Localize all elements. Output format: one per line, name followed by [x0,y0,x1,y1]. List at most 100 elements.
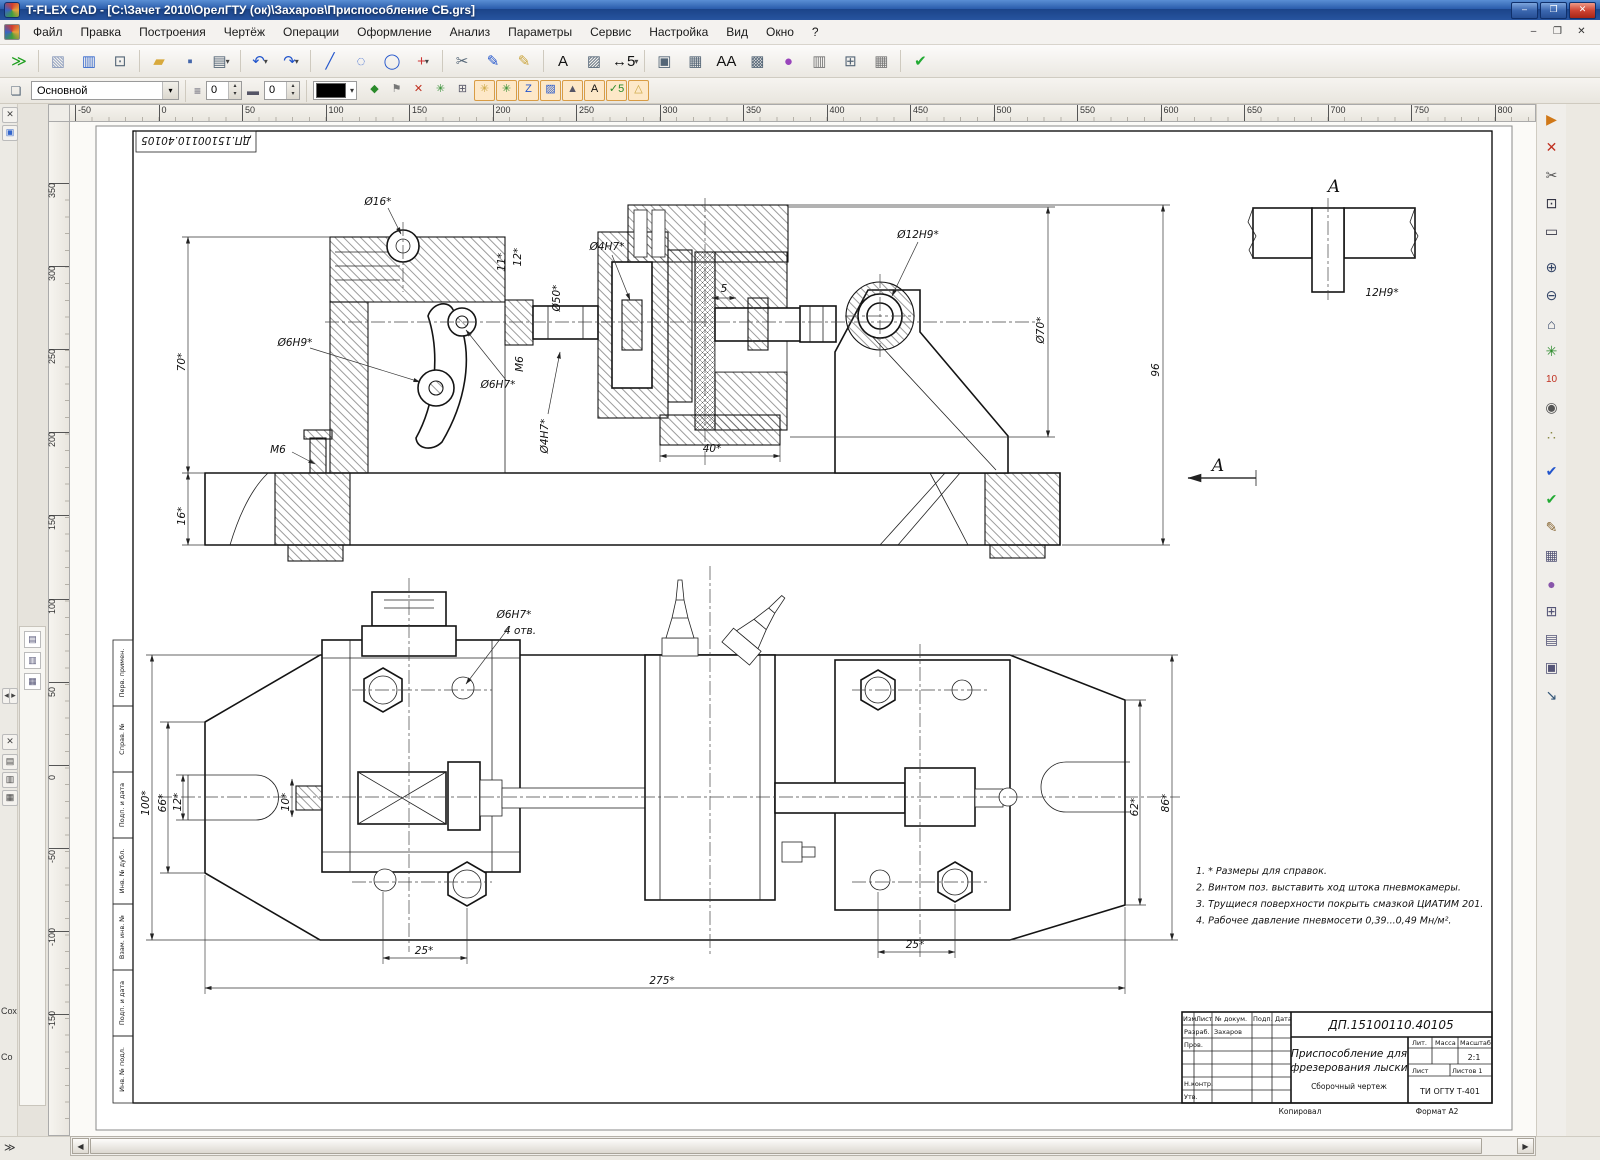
points-icon[interactable]: ∴ [1538,422,1566,449]
zoom-out-icon[interactable]: ⊖ [1538,282,1566,309]
zoom-all-icon[interactable]: ⌂ [1538,310,1566,337]
text-visibility-toggle[interactable]: A [584,80,606,101]
drawing-canvas[interactable]: ДП.15100110.40105 Изм. Лист № докум. Под… [70,122,1536,1136]
undo-button[interactable]: ↶ ▾ [245,47,275,75]
width-spinner[interactable]: 0 ▴ ▾ [264,81,301,100]
close-button[interactable]: ✕ [1569,1,1596,19]
pencil-icon[interactable]: ✎ [1538,514,1566,541]
panel-close-button[interactable]: ✕ [2,107,18,123]
scroll-right-arrow[interactable]: ▶ [1517,1138,1534,1154]
hatch-tool-button[interactable]: ▨ [579,47,609,75]
child-close-button[interactable]: ✕ [1571,24,1592,41]
menu-item-2[interactable]: Построения [130,21,215,43]
style-combo[interactable]: Основной ▾ [31,81,179,100]
intersection-snap-toggle[interactable]: ✳ [496,80,518,101]
camera-icon[interactable]: ▣ [1538,654,1566,681]
cut-icon[interactable]: ✂ [1538,162,1566,189]
viewport-button[interactable]: ⊡ [105,47,135,75]
select-tool-icon[interactable]: ▶ [1538,106,1566,133]
line-tool-button[interactable]: ╱ [315,47,345,75]
dropdown-arrow-icon[interactable]: ▾ [264,57,268,66]
menu-item-3[interactable]: Чертёж [215,21,274,43]
dimension-check-toggle[interactable]: ✓5 [606,80,628,101]
dropdown-arrow-icon[interactable]: ▾ [425,57,429,66]
flag-toggle[interactable]: ⚑ [386,80,407,101]
erase-icon[interactable]: ✕ [1538,134,1566,161]
calculator-button[interactable]: ⊞ [835,47,865,75]
collapsed-palette[interactable]: ▤ ▥ ▦ [19,626,46,1106]
horizontal-ruler[interactable]: -50 0 50 100 150 200 250 300 350 400 450 500 550 600 6… [70,104,1536,122]
sketch-tool-button[interactable]: ✎ [509,47,539,75]
cube-3d-icon[interactable]: ▦ [1538,542,1566,569]
scrollbar-thumb[interactable] [90,1138,1482,1154]
trim-tool-button[interactable]: ✂ [447,47,477,75]
panel-doc-icon[interactable]: ▣ [2,125,18,141]
triangle-filter-toggle[interactable]: ▲ [562,80,584,101]
child-minimize-button[interactable]: – [1523,24,1544,41]
panel-tab-3[interactable]: ▦ [2,790,18,806]
material-button[interactable]: ● [773,47,803,75]
panel-close-button-2[interactable]: ✕ [2,734,18,750]
panel-tab-1[interactable]: ▤ [2,754,18,770]
scale-10-icon[interactable]: 10 [1538,366,1566,393]
leader-text-button[interactable]: AA [711,47,741,75]
sphere-3d-icon[interactable]: ● [1538,570,1566,597]
menu-item-0[interactable]: Файл [24,21,72,43]
drawing-area[interactable]: ДП.15100110.40105 Изм. Лист № докум. Под… [70,122,1536,1136]
chevron-down-icon[interactable]: ▾ [348,86,356,95]
document-icon[interactable] [4,24,20,40]
redraw-icon[interactable]: ✳ [1538,338,1566,365]
horizontal-scrollbar[interactable]: ◀ ▶ [70,1136,1536,1156]
print-button[interactable]: ▤ ▾ [206,47,236,75]
warning-toggle[interactable]: △ [628,80,650,101]
open-button[interactable]: ▰ [144,47,174,75]
text-tool-button[interactable]: A [548,47,578,75]
sheet-icon[interactable]: ▤ [1538,626,1566,653]
scroll-left-arrow[interactable]: ◀ [72,1138,89,1154]
menu-item-4[interactable]: Операции [274,21,348,43]
delete-construction-toggle[interactable]: ✕ [408,80,429,101]
node-tool-button[interactable]: + ▾ [408,47,438,75]
check-document-button[interactable]: ✔ [905,47,935,75]
menu-item-1[interactable]: Правка [72,21,131,43]
ortho-toggle[interactable]: Z [518,80,540,101]
zoom-window-icon[interactable]: ⊡ [1538,190,1566,217]
check-green-icon[interactable]: ✔ [1538,486,1566,513]
export-icon[interactable]: ↘ [1538,682,1566,709]
zoom-in-icon[interactable]: ⊕ [1538,254,1566,281]
menu-item-9[interactable]: Настройка [640,21,717,43]
grid-snap-toggle[interactable]: ⊞ [452,80,473,101]
new-3d-model-button[interactable]: ▧ [43,47,73,75]
node-snap-toggle[interactable]: ✳ [474,80,496,101]
menu-item-10[interactable]: Вид [717,21,757,43]
collapsed-panel-label-2[interactable]: Со [1,1052,13,1062]
maximize-button[interactable]: ❐ [1540,1,1567,19]
model-button[interactable]: ▥ [74,47,104,75]
link-fragment-button[interactable]: ▣ [649,47,679,75]
database-button[interactable]: ▦ [866,47,896,75]
child-restore-button[interactable]: ❐ [1547,24,1568,41]
preview-button[interactable]: ▥ [804,47,834,75]
hatch-visibility-toggle[interactable]: ▨ [540,80,562,101]
palette-icon-3[interactable]: ▦ [24,673,41,690]
menu-item-12[interactable]: ? [803,21,828,43]
scroll-right-icon[interactable]: ▸ [9,688,18,704]
dropdown-arrow-icon[interactable]: ▾ [295,57,299,66]
menu-item-6[interactable]: Анализ [441,21,500,43]
ellipse-tool-button[interactable]: ◯ [377,47,407,75]
dropdown-arrow-icon[interactable]: ▾ [634,57,638,66]
menu-item-5[interactable]: Оформление [348,21,440,43]
picture-button[interactable]: ▩ [742,47,772,75]
layer-spinner[interactable]: 0 ▴ ▾ [206,81,243,100]
chevron-down-icon[interactable]: ▾ [162,82,178,99]
color-swatch[interactable] [316,83,347,98]
visibility-icon[interactable]: ◉ [1538,394,1566,421]
color-picker[interactable]: ▾ [313,81,358,100]
minimize-button[interactable]: – [1511,1,1538,19]
menu-item-11[interactable]: Окно [757,21,803,43]
spinner-arrows[interactable]: ▴ ▾ [286,82,300,99]
dropdown-arrow-icon[interactable]: ▾ [226,57,230,66]
vertical-ruler[interactable]: 350 300 250 200 150 100 50 0 -50 -100 -150 [47,122,70,1136]
edit-tool-button[interactable]: ✎ [478,47,508,75]
check-blue-icon[interactable]: ✔ [1538,458,1566,485]
